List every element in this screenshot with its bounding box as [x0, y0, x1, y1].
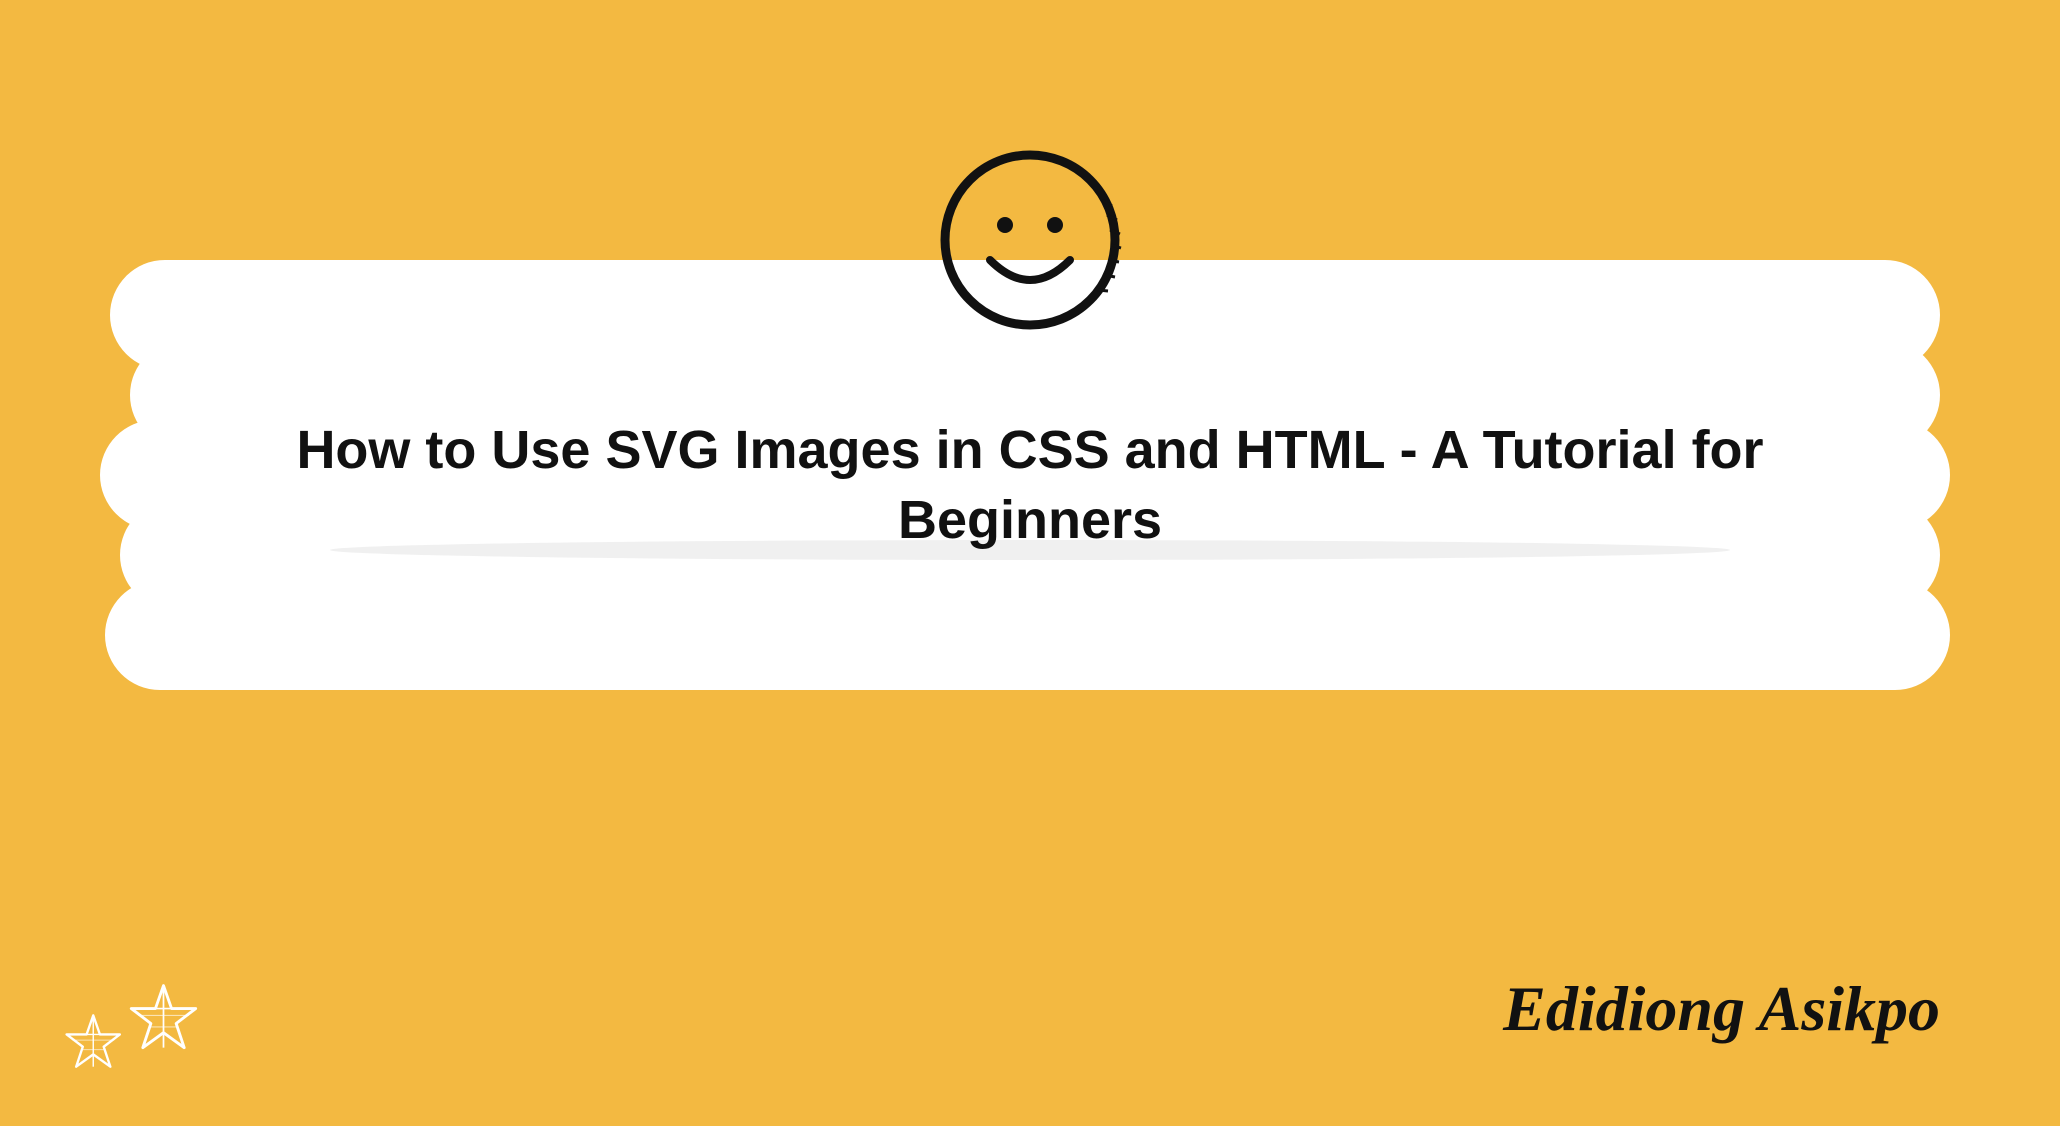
article-title: How to Use SVG Images in CSS and HTML - …	[250, 415, 1810, 555]
smiley-icon	[930, 140, 1130, 340]
author-signature: Edidiong Asikpo	[1503, 972, 1940, 1046]
stars-decor-icon	[60, 966, 240, 1086]
